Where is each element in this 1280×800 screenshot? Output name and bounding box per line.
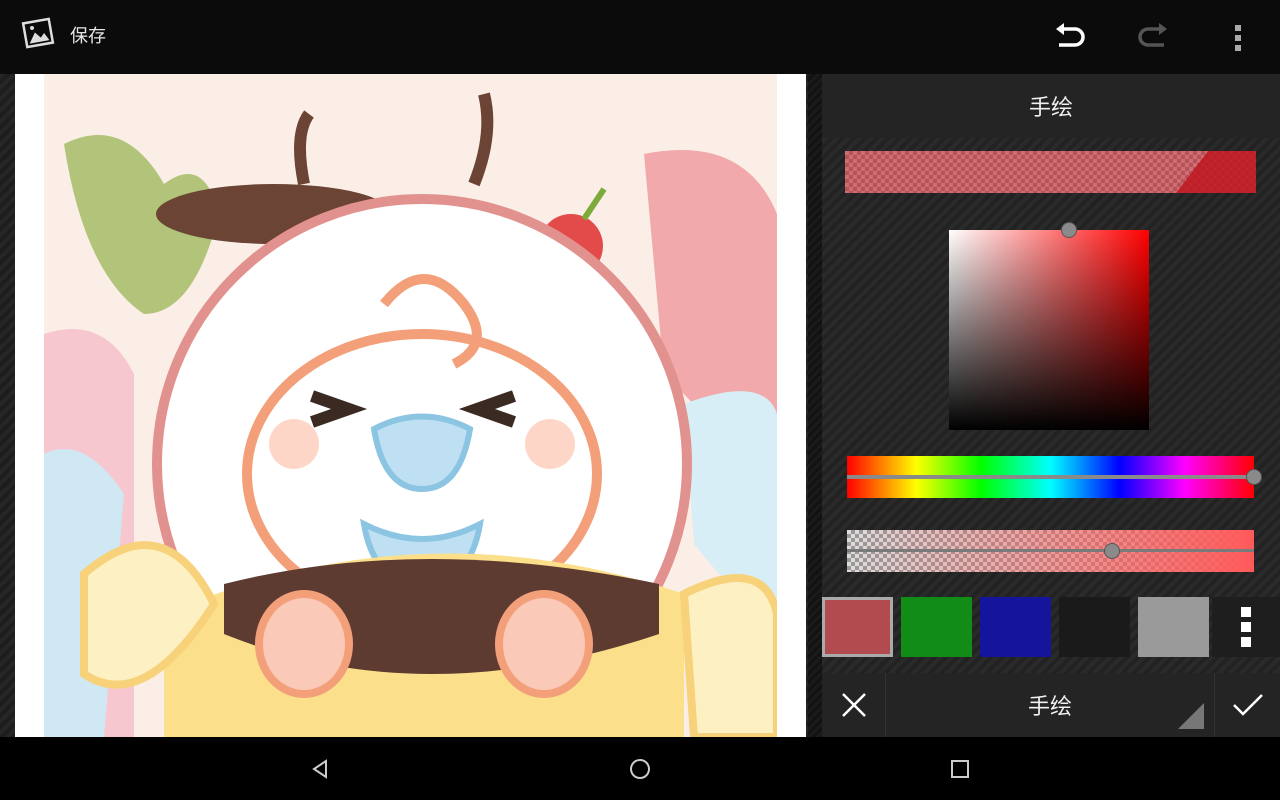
- back-icon[interactable]: [304, 753, 336, 785]
- undo-icon[interactable]: [1050, 18, 1090, 58]
- canvas-area[interactable]: [0, 74, 808, 737]
- brush-mode-label: 手绘: [1027, 695, 1072, 720]
- more-colors-icon[interactable]: [1212, 597, 1280, 657]
- canvas-illustration: [44, 74, 777, 737]
- alpha-slider-track: [847, 549, 1254, 552]
- redo-icon[interactable]: [1133, 18, 1173, 58]
- brush-mode-selector[interactable]: 手绘: [888, 673, 1212, 737]
- overflow-menu-icon[interactable]: [1218, 18, 1258, 58]
- hue-slider-track: [847, 475, 1254, 479]
- color-swatch[interactable]: [980, 597, 1051, 657]
- system-nav-bar: [0, 737, 1280, 800]
- home-icon[interactable]: [624, 753, 656, 785]
- panel-bottom-bar: 手绘: [822, 673, 1280, 737]
- brush-settings-panel: 手绘 手绘: [808, 74, 1280, 737]
- check-icon: [1232, 694, 1263, 716]
- action-bar: 保存: [0, 0, 1280, 74]
- panel-title: 手绘: [822, 74, 1280, 138]
- saturation-value-picker[interactable]: [949, 230, 1149, 430]
- saturation-value-handle[interactable]: [1061, 222, 1077, 238]
- drawing-canvas[interactable]: [15, 74, 806, 737]
- color-swatch[interactable]: [1138, 597, 1209, 657]
- recents-icon[interactable]: [944, 753, 976, 785]
- color-swatch[interactable]: [822, 597, 893, 657]
- close-icon: [841, 693, 866, 717]
- confirm-button[interactable]: [1214, 673, 1280, 737]
- picture-icon[interactable]: [20, 15, 56, 51]
- dropdown-corner-icon: [1178, 703, 1204, 729]
- color-preview-bar: [845, 151, 1256, 193]
- save-button[interactable]: 保存: [70, 22, 106, 48]
- panel-divider[interactable]: [808, 74, 822, 737]
- color-swatch[interactable]: [901, 597, 972, 657]
- cancel-button[interactable]: [822, 673, 886, 737]
- color-swatch[interactable]: [1059, 597, 1130, 657]
- hue-slider-handle[interactable]: [1246, 469, 1262, 485]
- alpha-slider-handle[interactable]: [1103, 543, 1120, 559]
